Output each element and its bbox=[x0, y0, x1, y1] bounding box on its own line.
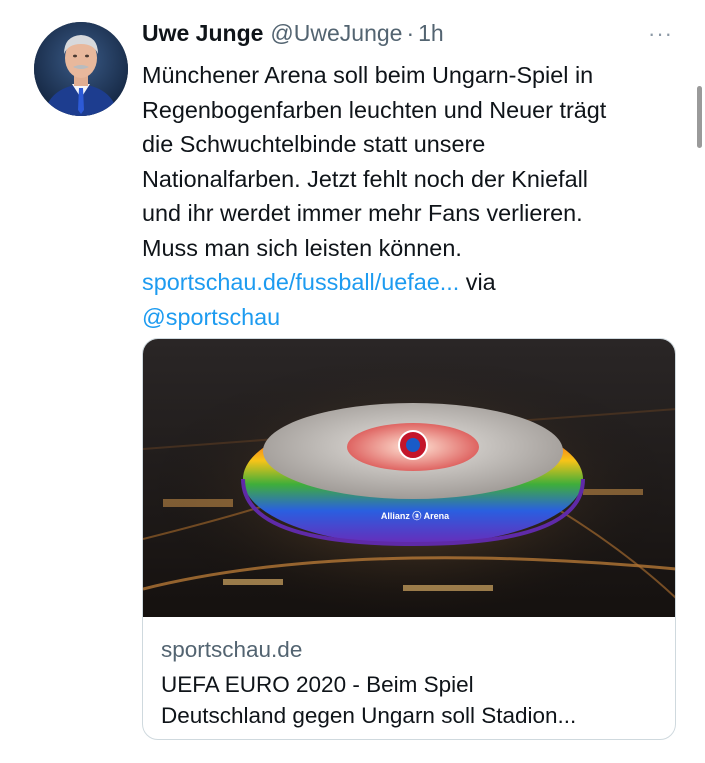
tweet-link-line: sportschau.de/fussball/uefae... via bbox=[142, 265, 694, 300]
article-link[interactable]: sportschau.de/fussball/uefae... bbox=[142, 269, 459, 295]
tweet-text-line: Münchener Arena soll beim Ungarn-Spiel i… bbox=[142, 62, 594, 88]
stadium-sign-text: Allianz ⓐ Arena bbox=[381, 510, 450, 521]
mention-line: @sportschau bbox=[142, 300, 694, 335]
link-card[interactable]: Allianz ⓐ Arena sportschau.de UEFA EURO … bbox=[142, 338, 676, 740]
tweet-text-line: Nationalfarben. Jetzt fehlt noch der Kni… bbox=[142, 165, 588, 192]
tweet[interactable]: Uwe Junge @UweJunge · 1h ··· Münchener A… bbox=[0, 0, 705, 763]
card-title-line: Deutschland gegen Ungarn soll Stadion... bbox=[161, 703, 577, 728]
mention-link[interactable]: @sportschau bbox=[142, 304, 280, 330]
avatar[interactable] bbox=[34, 22, 128, 116]
user-handle[interactable]: @UweJunge bbox=[270, 20, 402, 47]
via-text: via bbox=[459, 269, 496, 295]
card-meta: sportschau.de UEFA EURO 2020 - Beim Spie… bbox=[161, 635, 666, 731]
tweet-text-line: und ihr werdet immer mehr Fans verlieren… bbox=[142, 200, 583, 226]
stadium-image: Allianz ⓐ Arena bbox=[143, 339, 675, 617]
card-title-line: UEFA EURO 2020 - Beim Spiel bbox=[161, 672, 474, 697]
card-title: UEFA EURO 2020 - Beim Spiel Deutschland … bbox=[161, 669, 666, 731]
scrollbar-thumb[interactable] bbox=[697, 86, 702, 148]
avatar-image bbox=[34, 22, 128, 116]
display-name[interactable]: Uwe Junge bbox=[142, 20, 263, 47]
separator: · bbox=[406, 20, 415, 46]
tweet-text-line: die Schwuchtelbinde statt unsere bbox=[142, 131, 486, 157]
tweet-text-line: Regenbogenfarben leuchten und Neuer träg… bbox=[142, 96, 607, 123]
more-options-icon[interactable]: ··· bbox=[648, 23, 673, 45]
tweet-text: Münchener Arena soll beim Ungarn-Spiel i… bbox=[142, 58, 694, 334]
tweet-text-line: Muss man sich leisten können. bbox=[142, 234, 462, 261]
tweet-header: Uwe Junge @UweJunge · 1h bbox=[142, 20, 444, 47]
timestamp[interactable]: 1h bbox=[418, 20, 444, 47]
card-domain: sportschau.de bbox=[161, 637, 303, 662]
